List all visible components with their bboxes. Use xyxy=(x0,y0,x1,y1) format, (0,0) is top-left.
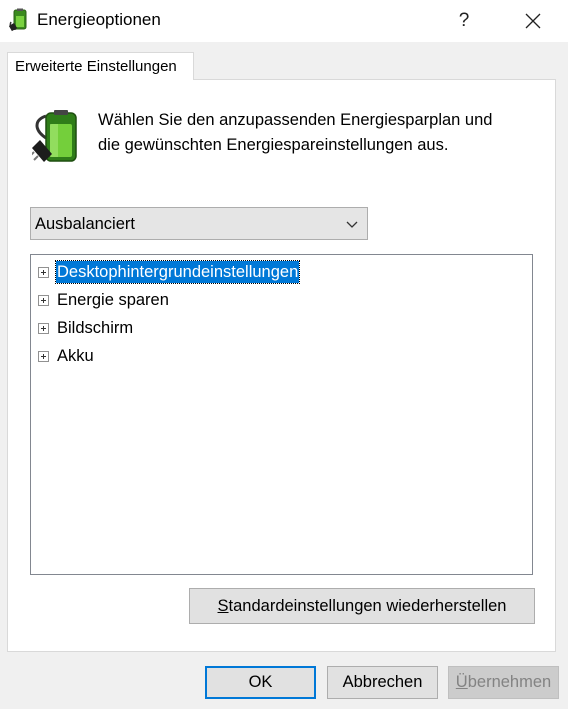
power-plan-select[interactable]: Ausbalanciert xyxy=(30,207,368,240)
tree-item-label: Desktophintergrundeinstellungen xyxy=(54,260,301,284)
battery-plug-icon xyxy=(9,8,27,32)
header-description: Wählen Sie den anzupassenden Energiespar… xyxy=(98,108,548,158)
close-button[interactable] xyxy=(510,0,556,42)
apply-button[interactable]: Übernehmen xyxy=(448,666,559,699)
expand-plus-icon[interactable] xyxy=(38,351,49,362)
header-line-1: Wählen Sie den anzupassenden Energiespar… xyxy=(98,111,493,129)
accelerator-key: S xyxy=(217,596,229,615)
close-icon xyxy=(525,13,541,29)
window-title: Energieoptionen xyxy=(37,10,161,29)
tree-item-label: Energie sparen xyxy=(57,291,169,309)
power-plan-battery-icon xyxy=(32,110,77,162)
chevron-down-icon xyxy=(346,221,358,228)
header-line-2: die gewünschten Energiespareinstellungen… xyxy=(98,136,449,154)
tree-item-label: Akku xyxy=(57,347,94,365)
accelerator-key: Ü xyxy=(455,673,468,691)
expand-plus-icon[interactable] xyxy=(38,267,49,278)
ok-button[interactable]: OK xyxy=(205,666,316,699)
tree-item-energy-saving[interactable]: Energie sparen xyxy=(31,286,532,314)
cancel-button[interactable]: Abbrechen xyxy=(327,666,438,699)
apply-label: bernehmen xyxy=(467,673,552,691)
tree-item-battery[interactable]: Akku xyxy=(31,342,532,370)
expand-plus-icon[interactable] xyxy=(38,323,49,334)
expand-plus-icon[interactable] xyxy=(38,295,49,306)
power-plan-select-value: Ausbalanciert xyxy=(35,215,135,233)
tab-advanced-settings[interactable]: Erweiterte Einstellungen xyxy=(7,52,194,80)
help-button[interactable]: ? xyxy=(442,0,486,42)
settings-tree[interactable]: Desktophintergrundeinstellungen Energie … xyxy=(30,254,533,575)
tree-item-label: Bildschirm xyxy=(57,319,134,337)
restore-defaults-button[interactable]: Standardeinstellungen wiederherstellen xyxy=(189,588,535,624)
title-bar: Energieoptionen ? xyxy=(0,0,568,42)
restore-defaults-label: tandardeinstellungen wiederherstellen xyxy=(228,596,507,615)
tree-item-display[interactable]: Bildschirm xyxy=(31,314,532,342)
tree-item-desktop-background[interactable]: Desktophintergrundeinstellungen xyxy=(31,258,532,286)
